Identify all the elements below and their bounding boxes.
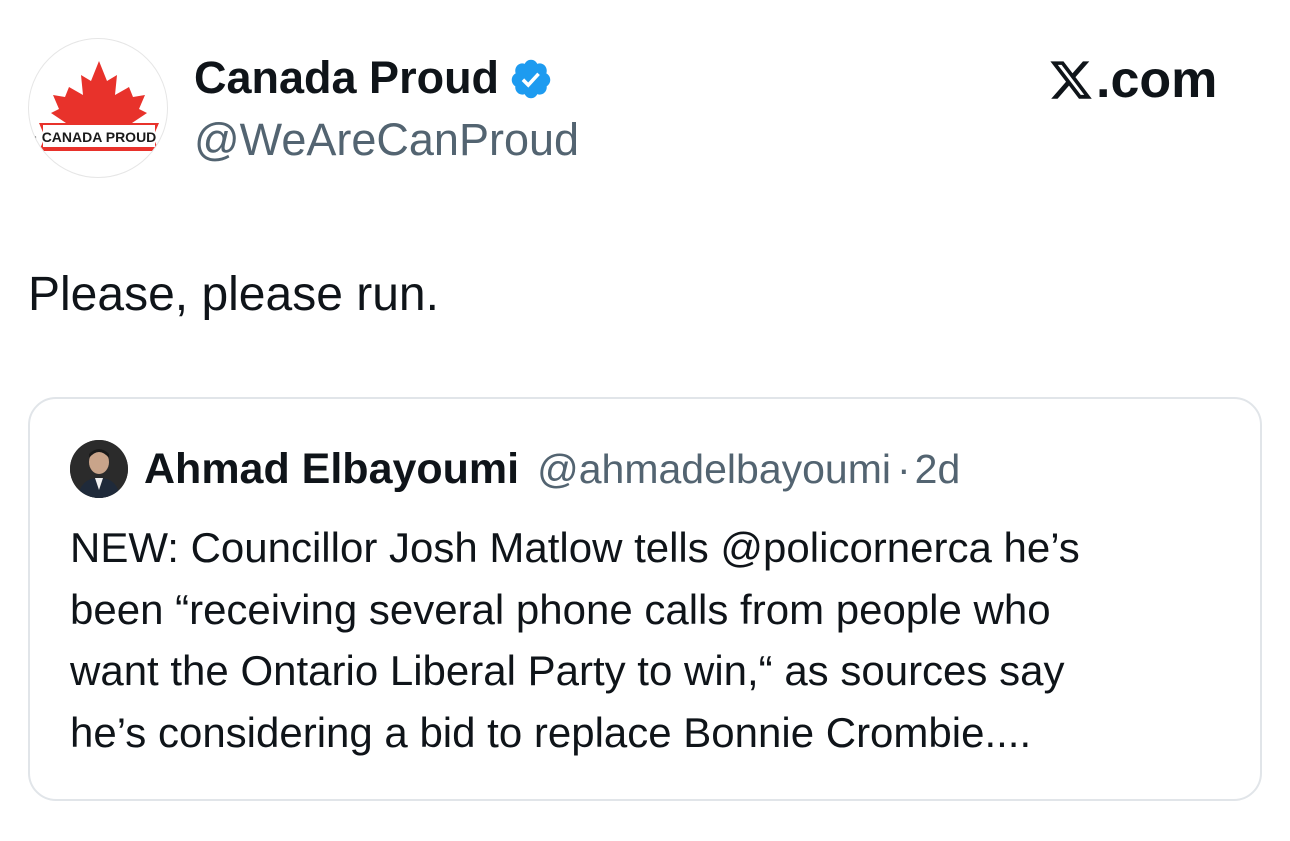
author-handle[interactable]: @WeAreCanProud — [194, 114, 579, 166]
quoted-author-name[interactable]: Ahmad Elbayoumi — [144, 445, 519, 494]
quoted-tweet-card[interactable]: Ahmad Elbayoumi @ahmadelbayoumi · 2d NEW… — [28, 397, 1262, 801]
quoted-body-line: want the Ontario Liberal Party to win,“ … — [70, 647, 1065, 694]
watermark-label: .com — [1096, 51, 1218, 109]
quoted-body-line: been “receiving several phone calls from… — [70, 585, 1051, 633]
svg-text:· CANADA PROUD ·: · CANADA PROUD · — [33, 129, 165, 145]
quoted-tweet-body: NEW: Councillor Josh Matlow tells @polic… — [70, 517, 1240, 763]
maple-leaf-logo-icon: · CANADA PROUD · — [33, 61, 165, 151]
quoted-tweet-timestamp[interactable]: 2d — [915, 446, 961, 493]
person-avatar-icon — [70, 440, 128, 498]
quoted-tweet-header: Ahmad Elbayoumi @ahmadelbayoumi · 2d — [144, 443, 960, 495]
canada-proud-avatar[interactable]: · CANADA PROUD · — [28, 38, 168, 178]
tweet-card: · CANADA PROUD · Canada Proud @WeAreCanP… — [0, 0, 1290, 841]
verified-badge-icon — [511, 59, 551, 99]
tweet-text: Please, please run. — [28, 268, 439, 321]
author-name[interactable]: Canada Proud — [194, 52, 553, 104]
quoted-body-line: NEW: Councillor Josh Matlow tells @polic… — [70, 524, 1080, 571]
header-separator: · — [897, 445, 911, 492]
quoted-body-line: he’s considering a bid to replace Bonnie… — [70, 708, 1032, 756]
x-com-watermark: .com — [1048, 51, 1218, 109]
author-name-text[interactable]: Canada Proud — [194, 52, 499, 104]
x-logo-icon — [1050, 61, 1092, 99]
quoted-author-avatar[interactable] — [70, 440, 128, 498]
quoted-author-handle[interactable]: @ahmadelbayoumi — [537, 446, 891, 493]
